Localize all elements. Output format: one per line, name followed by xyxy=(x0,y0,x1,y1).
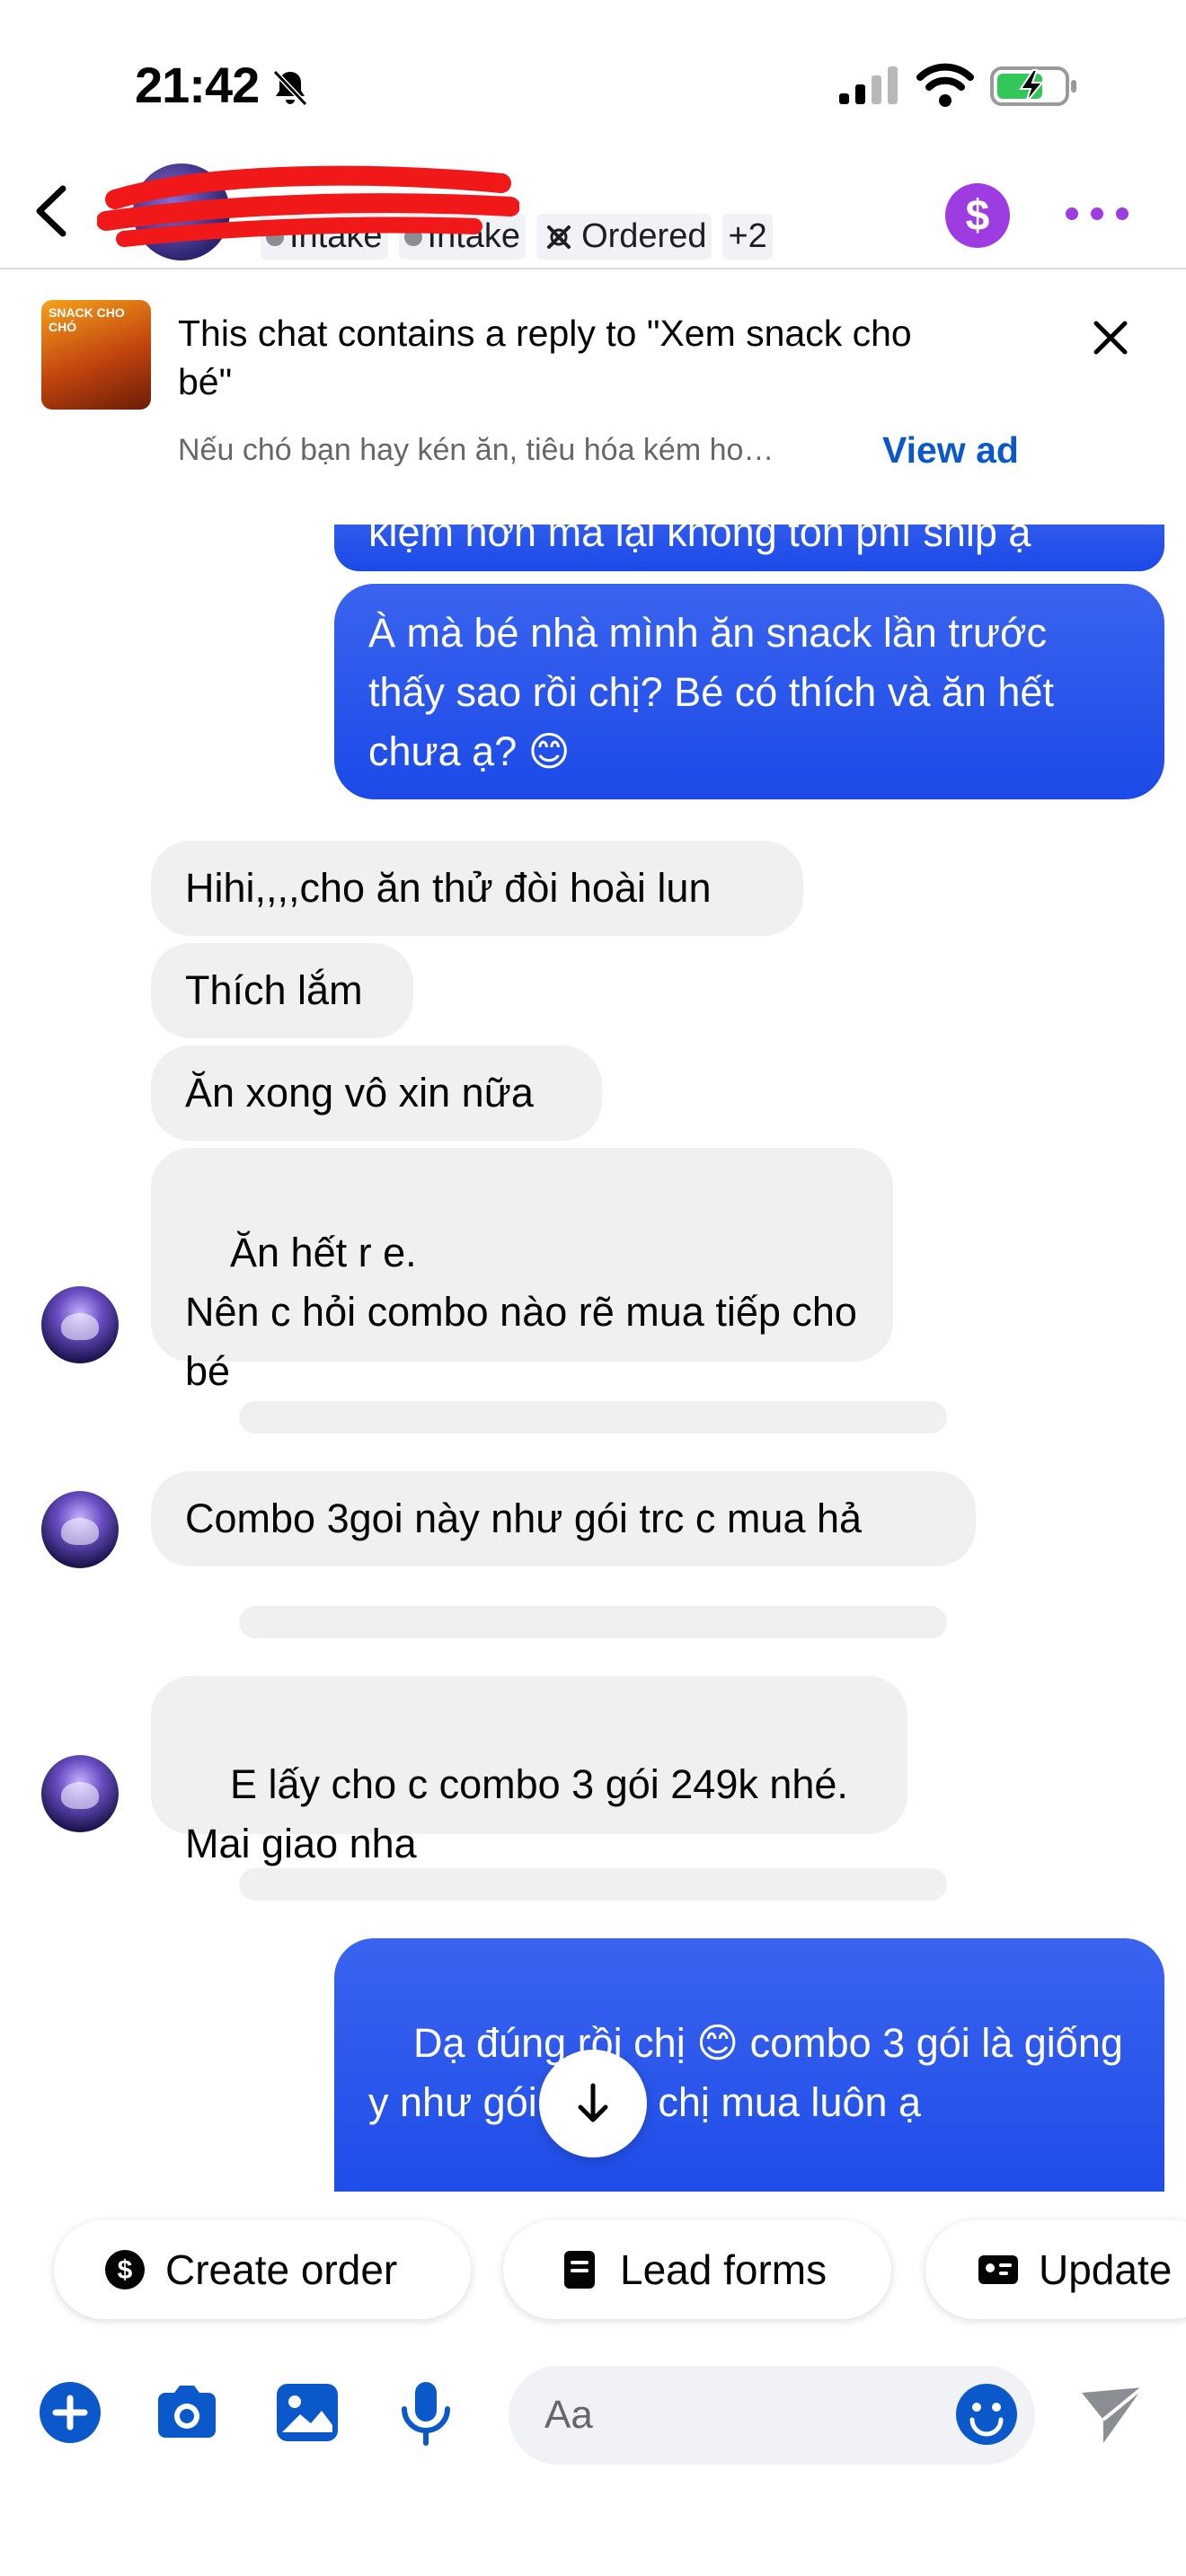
message-bubble-incoming[interactable]: Hihi,,,,cho ăn thử đòi hoài lun xyxy=(151,841,803,936)
sender-avatar[interactable] xyxy=(41,1491,119,1568)
message-separator xyxy=(239,1868,947,1901)
ad-thumbnail-text: SNACK CHO CHÓ xyxy=(49,305,125,334)
message-text: Hihi,,,,cho ăn thử đòi hoài lun xyxy=(185,865,712,911)
gallery-icon[interactable] xyxy=(273,2378,341,2447)
message-separator xyxy=(239,1401,947,1434)
form-icon xyxy=(564,2251,595,2289)
emoji-icon[interactable] xyxy=(954,2382,1019,2447)
message-bubble-outgoing[interactable]: kiệm hơn mà lại không tốn phí ship ạ xyxy=(334,525,1164,571)
message-bubble-incoming[interactable]: Thích lắm xyxy=(151,943,413,1038)
tag-label: +2 xyxy=(728,217,767,255)
update-label: Update xyxy=(1039,2246,1173,2293)
message-text: E lấy cho c combo 3 gói 249k nhé. Mai gi… xyxy=(185,1761,848,1866)
more-dot xyxy=(1116,207,1128,220)
message-text: Ăn hết r e. Nên c hỏi combo nào rẽ mua t… xyxy=(185,1230,857,1394)
bell-off-icon xyxy=(272,69,308,107)
message-text: Dạ đúng rồi chị 😊 combo 3 gói là giống y… xyxy=(368,2020,1123,2125)
chat-header: Intake Intake Ordered +2 $ xyxy=(0,162,1186,269)
ad-reply-banner: SNACK CHO CHÓ This chat contains a reply… xyxy=(0,271,1186,525)
camera-icon[interactable] xyxy=(153,2378,221,2447)
dollar-circle-icon: $ xyxy=(105,2250,145,2289)
arrow-down-icon xyxy=(578,2083,608,2122)
message-bubble-outgoing[interactable]: Dạ đúng rồi chị 😊 combo 3 gói là giống y… xyxy=(334,1938,1164,2192)
payment-dollar-button[interactable]: $ xyxy=(945,183,1010,248)
more-dot xyxy=(1066,207,1078,220)
message-bubble-incoming[interactable]: E lấy cho c combo 3 gói 249k nhé. Mai gi… xyxy=(151,1676,907,1866)
message-text: Ăn xong vô xin nữa xyxy=(185,1070,534,1116)
redaction-scribble xyxy=(97,165,519,247)
tag-more-count[interactable]: +2 xyxy=(722,214,773,260)
message-text: Combo 3goi này như gói trc c mua hả xyxy=(185,1495,863,1541)
ad-banner-title: This chat contains a reply to "Xem snack… xyxy=(178,313,912,402)
microphone-icon[interactable] xyxy=(392,2378,460,2447)
scroll-to-bottom-button[interactable] xyxy=(539,2050,647,2157)
send-icon[interactable] xyxy=(1078,2384,1146,2447)
more-options-icon[interactable] xyxy=(1066,196,1128,232)
update-button[interactable]: Update xyxy=(925,2220,1186,2319)
cellular-signal-icon xyxy=(839,66,898,104)
message-text: Thích lắm xyxy=(185,967,363,1013)
ad-banner-subtitle: Nếu chó bạn hay kén ăn, tiêu hóa kém ho… xyxy=(178,433,774,467)
create-order-button[interactable]: $ Create order xyxy=(54,2220,471,2319)
back-arrow-icon[interactable] xyxy=(27,180,81,243)
ad-thumbnail[interactable]: SNACK CHO CHÓ xyxy=(41,300,151,410)
plus-icon[interactable] xyxy=(36,2378,104,2447)
sender-avatar[interactable] xyxy=(41,1755,119,1832)
status-time: 21:42 xyxy=(135,57,260,113)
message-text: À mà bé nhà mình ăn snack lần trước thấy… xyxy=(368,610,1054,774)
view-ad-link[interactable]: View ad xyxy=(882,429,1019,472)
message-bubble-incoming[interactable]: Ăn hết r e. Nên c hỏi combo nào rẽ mua t… xyxy=(151,1148,893,1394)
lead-forms-button[interactable]: Lead forms xyxy=(503,2220,891,2319)
message-text: kiệm hơn mà lại không tốn phí ship ạ xyxy=(368,525,1031,555)
message-composer xyxy=(0,2353,1186,2479)
wifi-icon xyxy=(916,63,974,107)
message-bubble-outgoing[interactable]: À mà bé nhà mình ăn snack lần trước thấy… xyxy=(334,584,1164,799)
contact-card-icon xyxy=(978,2255,1018,2284)
message-list[interactable]: kiệm hơn mà lại không tốn phí ship ạ À m… xyxy=(0,525,1186,2192)
message-bubble-incoming[interactable]: Ăn xong vô xin nữa xyxy=(151,1045,602,1141)
svg-text:$: $ xyxy=(118,2255,133,2285)
sender-avatar[interactable] xyxy=(41,1286,119,1363)
status-bar: 21:42 xyxy=(0,0,1186,162)
message-separator xyxy=(239,1606,947,1638)
more-dot xyxy=(1091,207,1103,220)
close-icon[interactable] xyxy=(1089,316,1132,359)
lead-forms-label: Lead forms xyxy=(620,2246,828,2293)
ordered-tag-icon xyxy=(547,225,571,249)
tag-label: Ordered xyxy=(581,217,707,255)
quick-actions-bar: $ Create order Lead forms Update xyxy=(0,2220,1186,2321)
message-bubble-incoming[interactable]: Combo 3goi này như gói trc c mua hả xyxy=(151,1471,976,1566)
tag-ordered[interactable]: Ordered xyxy=(536,214,712,260)
battery-charging-icon xyxy=(990,66,1076,106)
create-order-label: Create order xyxy=(165,2246,398,2293)
